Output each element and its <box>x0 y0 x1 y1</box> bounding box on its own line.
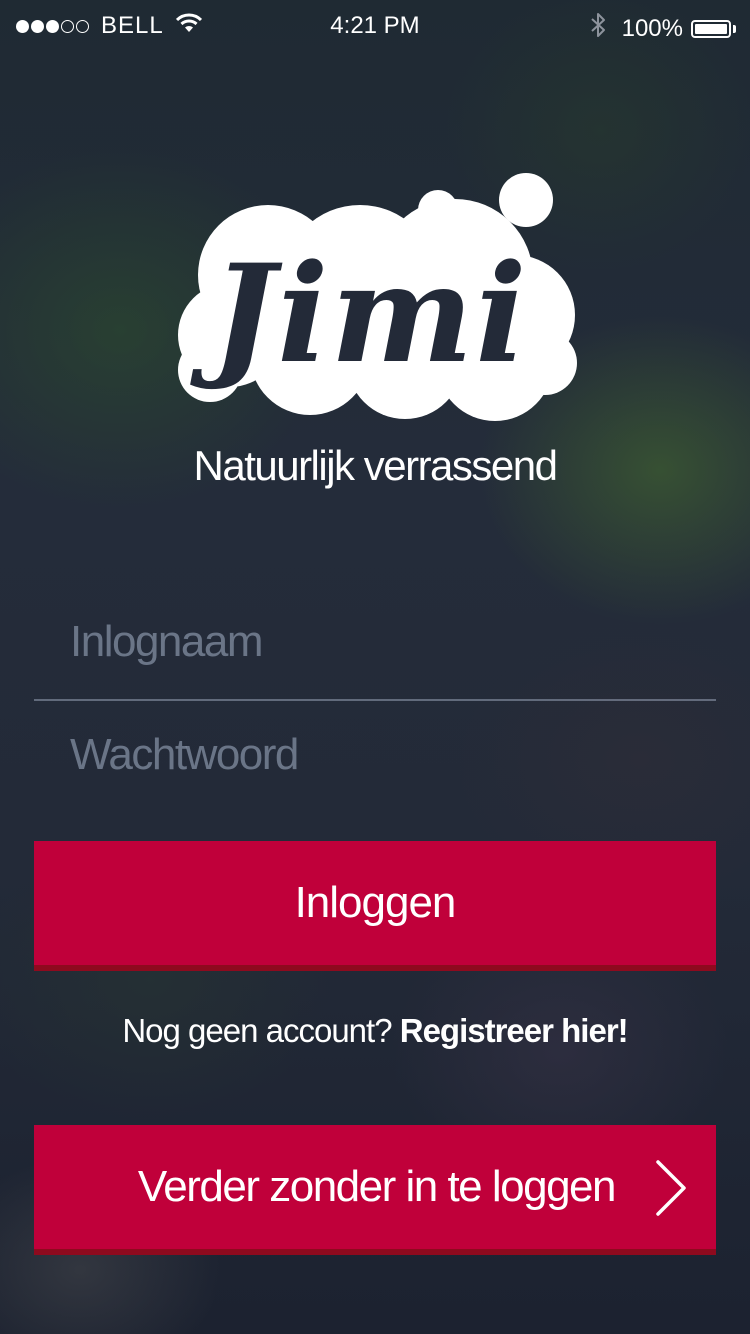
login-button-label: Inloggen <box>294 878 457 927</box>
field-divider <box>34 699 716 701</box>
continue-without-login-button[interactable]: Verder zonder in te loggen <box>34 1125 716 1255</box>
continue-without-login-label: Verder zonder in te loggen <box>137 1162 617 1211</box>
logo-text: Jimi <box>189 234 528 393</box>
username-input[interactable] <box>70 592 670 692</box>
jimi-logo: Jimi <box>170 165 590 435</box>
chevron-right-icon <box>656 1160 686 1216</box>
login-button[interactable]: Inloggen <box>34 841 716 971</box>
battery-icon <box>691 19 731 38</box>
register-link[interactable]: Registreer hier! <box>400 1012 629 1049</box>
status-bar: BELL 4:21 PM 100% <box>0 0 750 54</box>
password-field <box>34 705 716 805</box>
register-prompt: Nog geen account? <box>122 1012 392 1049</box>
battery-level <box>695 23 727 34</box>
battery-percentage: 100% <box>621 14 683 42</box>
bluetooth-icon <box>590 12 606 45</box>
tagline: Natuurlijk verrassend <box>193 442 559 489</box>
register-prompt-line: Nog geen account? Registreer hier! <box>0 1012 750 1050</box>
username-field <box>34 592 716 692</box>
status-right: 100% <box>590 12 736 45</box>
password-input[interactable] <box>70 705 670 805</box>
login-screen: BELL 4:21 PM 100% Jimi Natuurlijk verras… <box>0 0 750 1334</box>
